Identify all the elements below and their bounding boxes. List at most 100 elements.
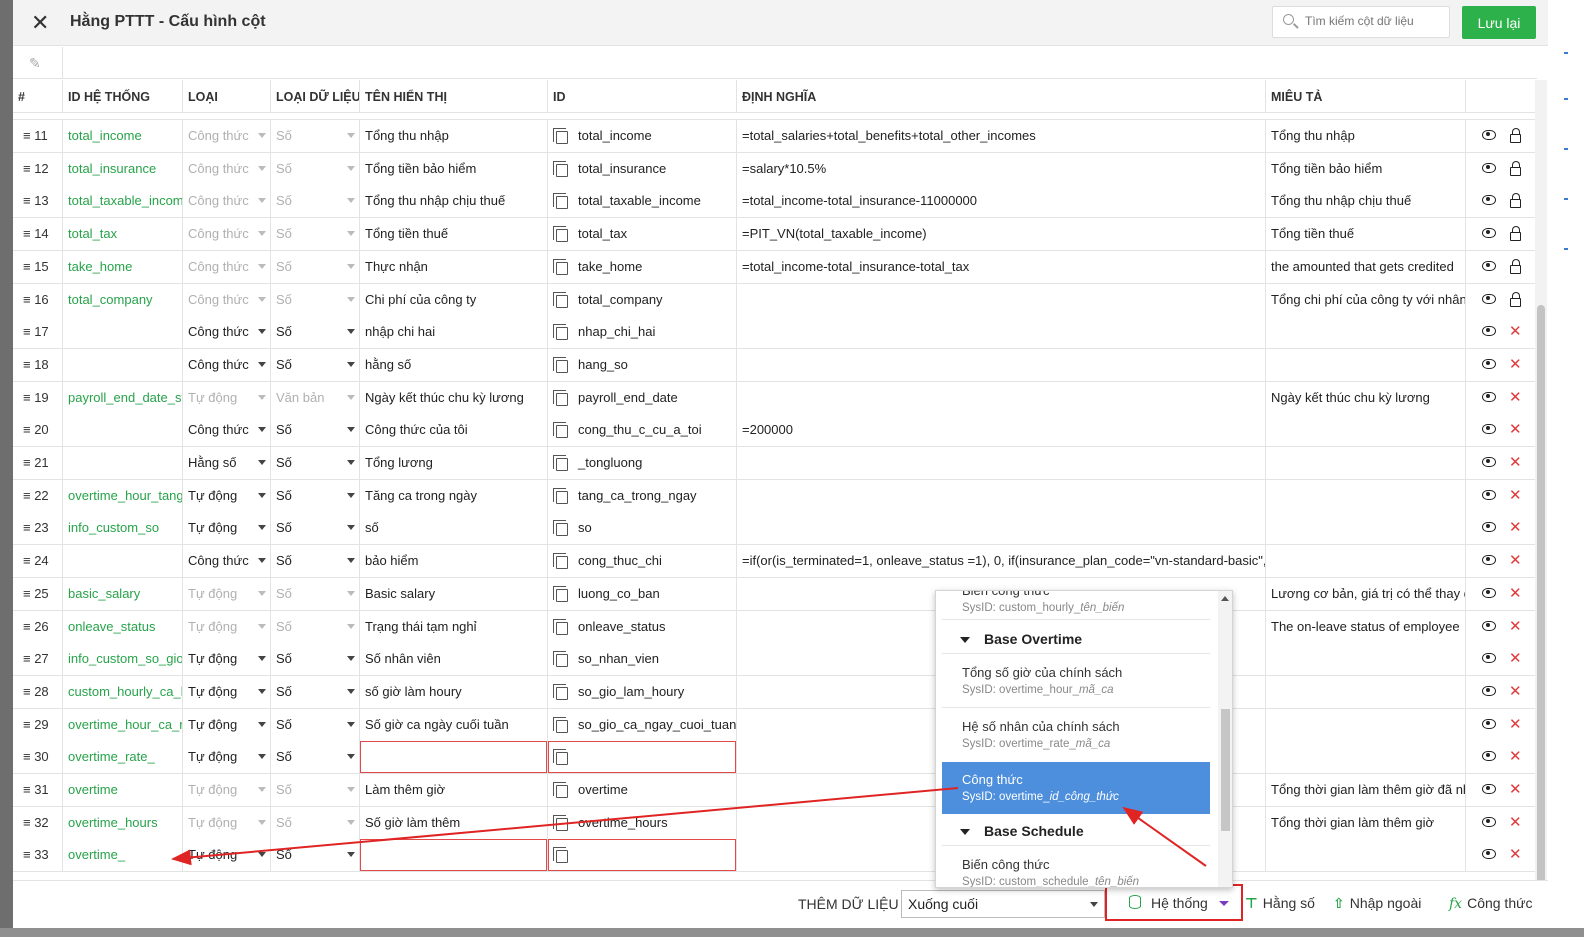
data-type-select[interactable]: Số: [271, 675, 360, 708]
drag-handle-icon[interactable]: ≡: [23, 684, 34, 699]
eye-icon[interactable]: [1482, 620, 1496, 631]
delete-icon[interactable]: ✕: [1509, 545, 1522, 577]
delete-icon[interactable]: ✕: [1509, 382, 1522, 414]
save-button[interactable]: Lưu lại: [1462, 6, 1536, 39]
table-row[interactable]: ≡ 22 overtime_hour_tangca Tự động Số Tăng ca…: [13, 479, 1537, 513]
eye-icon[interactable]: [1482, 685, 1496, 696]
eye-icon[interactable]: [1482, 849, 1496, 860]
definition-cell[interactable]: [737, 447, 1266, 479]
eye-icon[interactable]: [1482, 391, 1496, 402]
drag-handle-icon[interactable]: ≡: [23, 422, 34, 437]
id-input[interactable]: nhap_chi_hai: [548, 316, 737, 349]
display-name-input[interactable]: [360, 839, 548, 872]
id-input[interactable]: [548, 839, 737, 872]
drag-handle-icon[interactable]: ≡: [23, 161, 34, 176]
data-type-select[interactable]: Số: [271, 643, 360, 676]
dropdown-option[interactable]: Tổng số giờ của chính sách SysID: overtim…: [942, 665, 1210, 709]
delete-icon[interactable]: ✕: [1509, 512, 1522, 544]
position-select[interactable]: Xuống cuối: [901, 890, 1105, 918]
table-row[interactable]: ≡ 25 basic_salary Tự động Số Basic salary luo…: [13, 577, 1537, 611]
table-row[interactable]: ≡ 21 Hằng số Số Tổng lương _tongluong ✕: [13, 447, 1537, 480]
drag-handle-icon[interactable]: ≡: [23, 520, 34, 535]
description-cell[interactable]: [1266, 839, 1466, 872]
table-row[interactable]: ≡ 27 info_custom_so_gio Tự động Số Số nhân v…: [13, 643, 1537, 677]
collapse-icon[interactable]: [960, 829, 970, 836]
id-input[interactable]: total_tax: [548, 218, 737, 251]
copy-icon[interactable]: [553, 651, 568, 668]
table-row[interactable]: ≡ 23 info_custom_so Tự động Số số so ✕: [13, 512, 1537, 546]
description-cell[interactable]: Tổng tiền thuế: [1266, 218, 1466, 251]
display-name-input[interactable]: [360, 741, 548, 774]
table-row[interactable]: ≡ 16 total_company Công thức Số Chi phí của …: [13, 283, 1537, 317]
copy-icon[interactable]: [553, 585, 568, 602]
drag-handle-icon[interactable]: ≡: [23, 553, 34, 568]
copy-icon[interactable]: [553, 618, 568, 635]
drag-handle-icon[interactable]: ≡: [23, 292, 34, 307]
eye-icon[interactable]: [1482, 522, 1496, 533]
scrollbar-thumb[interactable]: [1537, 305, 1545, 885]
description-cell[interactable]: [1266, 545, 1466, 578]
description-cell[interactable]: Tổng thu nhập: [1266, 120, 1466, 152]
eye-icon[interactable]: [1482, 816, 1496, 827]
display-name-input[interactable]: bảo hiểm: [360, 545, 548, 578]
dropdown-option[interactable]: Biến công thức SysID: custom_hourly_tên_b…: [942, 591, 1210, 614]
description-cell[interactable]: Lương cơ bản, giá trị có thể thay đổi: [1266, 577, 1466, 610]
type-select[interactable]: Công thức: [183, 545, 271, 578]
type-select[interactable]: Tự động: [183, 675, 271, 708]
type-select[interactable]: Công thức: [183, 348, 271, 381]
description-cell[interactable]: Tổng chi phí của công ty với nhân: [1266, 283, 1466, 316]
data-type-select[interactable]: Số: [271, 545, 360, 578]
eye-icon[interactable]: [1482, 228, 1496, 239]
delete-icon[interactable]: ✕: [1509, 774, 1522, 806]
copy-icon[interactable]: [553, 487, 568, 504]
eye-icon[interactable]: [1482, 424, 1496, 435]
copy-icon[interactable]: [553, 455, 568, 471]
table-row[interactable]: ≡ 13 total_taxable_income Công thức Số Tổng …: [13, 185, 1537, 219]
copy-icon[interactable]: [553, 356, 568, 373]
search-input[interactable]: [1303, 13, 1443, 29]
description-cell[interactable]: [1266, 512, 1466, 545]
definition-cell[interactable]: =total_salaries+total_benefits+total_oth…: [737, 120, 1266, 152]
display-name-input[interactable]: Basic salary: [360, 577, 548, 610]
display-name-input[interactable]: Tổng thu nhập: [360, 120, 548, 152]
drag-handle-icon[interactable]: ≡: [23, 128, 34, 143]
copy-icon[interactable]: [553, 683, 568, 700]
display-name-input[interactable]: Công thức của tôi: [360, 414, 548, 447]
drag-handle-icon[interactable]: ≡: [23, 619, 34, 634]
eye-icon[interactable]: [1482, 718, 1496, 729]
table-row[interactable]: ≡ 24 Công thức Số bảo hiểm cong_thuc_chi =if(…: [13, 545, 1537, 579]
definition-cell[interactable]: [737, 479, 1266, 512]
id-input[interactable]: total_income: [548, 120, 737, 152]
eye-icon[interactable]: [1482, 784, 1496, 794]
id-input[interactable]: overtime_hours: [548, 806, 737, 839]
id-input[interactable]: total_taxable_income: [548, 185, 737, 218]
copy-icon[interactable]: [553, 520, 568, 537]
id-input[interactable]: payroll_end_date: [548, 381, 737, 414]
id-input[interactable]: cong_thu_c_cu_a_toi: [548, 414, 737, 447]
eye-icon[interactable]: [1482, 195, 1496, 206]
display-name-input[interactable]: số: [360, 512, 548, 545]
table-row[interactable]: ≡ 32 overtime_hours Tự động Số Số giờ làm th…: [13, 806, 1537, 840]
eye-icon[interactable]: [1482, 457, 1496, 467]
eye-icon[interactable]: [1482, 162, 1496, 173]
copy-icon[interactable]: [553, 128, 568, 144]
table-row[interactable]: ≡ 15 take_home Công thức Số Thực nhận take_ho…: [13, 250, 1537, 284]
eye-icon[interactable]: [1482, 260, 1496, 271]
copy-icon[interactable]: [553, 389, 568, 406]
drag-handle-icon[interactable]: ≡: [23, 259, 34, 274]
dropdown-option[interactable]: Hệ số nhân của chính sách SysID: overtime…: [942, 719, 1210, 763]
copy-icon[interactable]: [553, 847, 568, 864]
display-name-input[interactable]: Ngày kết thúc chu kỳ lương: [360, 381, 548, 414]
system-button[interactable]: Hệ thống: [1105, 884, 1243, 921]
data-type-select[interactable]: Số: [271, 447, 360, 479]
drag-handle-icon[interactable]: ≡: [23, 193, 34, 208]
table-row[interactable]: ≡ 31 overtime Tự động Số Làm thêm giờ overtim…: [13, 774, 1537, 807]
system-variable-dropdown[interactable]: Biến công thức SysID: custom_schedule_tên…: [935, 590, 1233, 888]
description-cell[interactable]: [1266, 348, 1466, 381]
drag-handle-icon[interactable]: ≡: [23, 782, 34, 797]
description-cell[interactable]: [1266, 447, 1466, 479]
id-input[interactable]: take_home: [548, 250, 737, 283]
definition-cell[interactable]: =total_income-total_insurance-11000000: [737, 185, 1266, 218]
delete-icon[interactable]: ✕: [1509, 414, 1522, 446]
eye-icon[interactable]: [1482, 587, 1496, 598]
